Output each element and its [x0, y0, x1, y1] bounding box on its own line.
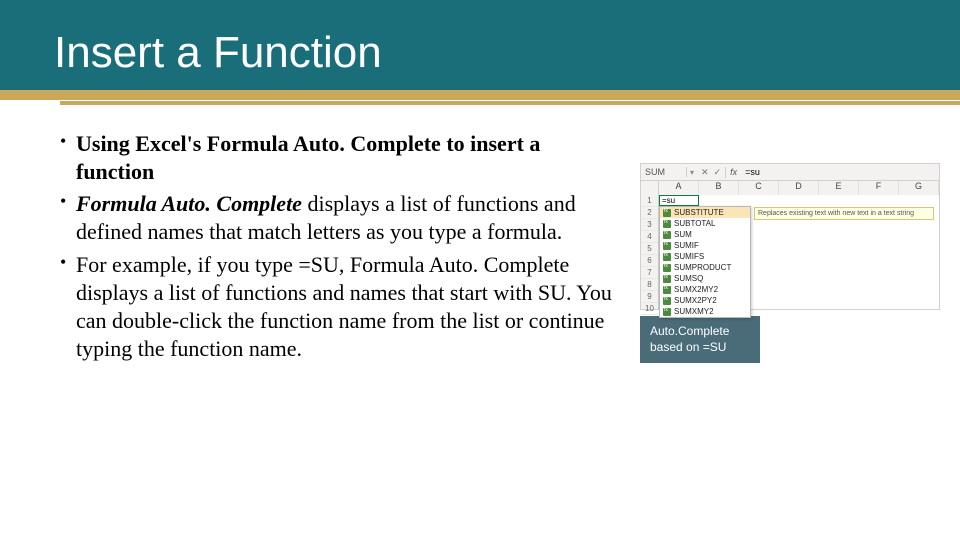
row-head: 5 — [641, 243, 658, 255]
screenshot-caption: Auto.Complete based on =SU — [640, 316, 760, 363]
dropdown-item: SUMIF — [660, 240, 750, 251]
check-icon: ✓ — [714, 167, 722, 178]
autocomplete-dropdown: SUBSTITUTE SUBTOTAL SUM SUMIF SUMIFS SUM… — [659, 206, 751, 318]
excel-name-box: SUM — [641, 167, 687, 177]
col-head: A — [659, 181, 699, 195]
slide-title: Insert a Function — [54, 28, 382, 78]
bullet-1-text: Using Excel's Formula Auto. Complete to … — [76, 131, 540, 184]
dropdown-item: SUBSTITUTE — [660, 207, 750, 218]
row-head: 4 — [641, 231, 658, 243]
cancel-icon: ✕ — [701, 167, 709, 178]
function-icon — [663, 297, 671, 305]
row-head: 8 — [641, 279, 658, 291]
dropdown-item: SUBTOTAL — [660, 218, 750, 229]
function-icon — [663, 231, 671, 239]
accent-bar-thin — [60, 101, 960, 105]
row-head: 1 — [641, 195, 658, 207]
dropdown-item: SUMX2MY2 — [660, 284, 750, 295]
function-icon — [663, 308, 671, 316]
row-head: 3 — [641, 219, 658, 231]
row-head: 7 — [641, 267, 658, 279]
excel-formula-icons: ✕ ✓ — [697, 167, 726, 178]
bullet-3: For example, if you type =SU, Formula Au… — [60, 251, 620, 364]
col-head: C — [739, 181, 779, 195]
col-head: E — [819, 181, 859, 195]
excel-column-headers: A B C D E F G — [640, 181, 940, 195]
dropdown-item: SUMPRODUCT — [660, 262, 750, 273]
function-icon — [663, 253, 671, 261]
dropdown-item: SUMX2PY2 — [660, 295, 750, 306]
excel-screenshot: SUM ▾ ✕ ✓ fx =su A B C D E F G 1 2 3 4 — [640, 163, 940, 363]
dropdown-item: SUMSQ — [660, 273, 750, 284]
dropdown-item: SUMIFS — [660, 251, 750, 262]
row-head: 6 — [641, 255, 658, 267]
excel-formula-text: =su — [741, 167, 764, 177]
excel-formula-bar: SUM ▾ ✕ ✓ fx =su — [640, 163, 940, 181]
bullet-3-text: For example, if you type =SU, Formula Au… — [76, 252, 612, 361]
function-icon — [663, 242, 671, 250]
function-icon — [663, 275, 671, 283]
bullet-2: Formula Auto. Complete displays a list o… — [60, 190, 620, 246]
row-head: 10 — [641, 303, 658, 315]
accent-bar-thick — [0, 90, 960, 100]
function-icon — [663, 264, 671, 272]
row-head: 9 — [641, 291, 658, 303]
bullet-2-emph: Formula Auto. Complete — [76, 191, 302, 216]
chevron-down-icon: ▾ — [687, 168, 697, 177]
function-icon — [663, 220, 671, 228]
content-block: Using Excel's Formula Auto. Complete to … — [60, 130, 620, 367]
col-head: G — [899, 181, 939, 195]
excel-row-headers: 1 2 3 4 5 6 7 8 9 10 — [641, 195, 659, 309]
fx-icon: fx — [726, 167, 741, 177]
slide: Insert a Function Using Excel's Formula … — [0, 0, 960, 540]
dropdown-item: SUM — [660, 229, 750, 240]
col-head: D — [779, 181, 819, 195]
dropdown-item: SUMXMY2 — [660, 306, 750, 317]
bullet-1: Using Excel's Formula Auto. Complete to … — [60, 130, 620, 186]
function-icon — [663, 209, 671, 217]
col-head: F — [859, 181, 899, 195]
excel-grid: 1 2 3 4 5 6 7 8 9 10 =su SUBSTITUTE SUBT… — [640, 195, 940, 310]
col-head: B — [699, 181, 739, 195]
function-icon — [663, 286, 671, 294]
active-cell: =su — [659, 195, 699, 206]
excel-cell-area: =su SUBSTITUTE SUBTOTAL SUM SUMIF SUMIFS… — [659, 195, 939, 309]
tooltip: Replaces existing text with new text in … — [754, 207, 934, 220]
row-head: 2 — [641, 207, 658, 219]
